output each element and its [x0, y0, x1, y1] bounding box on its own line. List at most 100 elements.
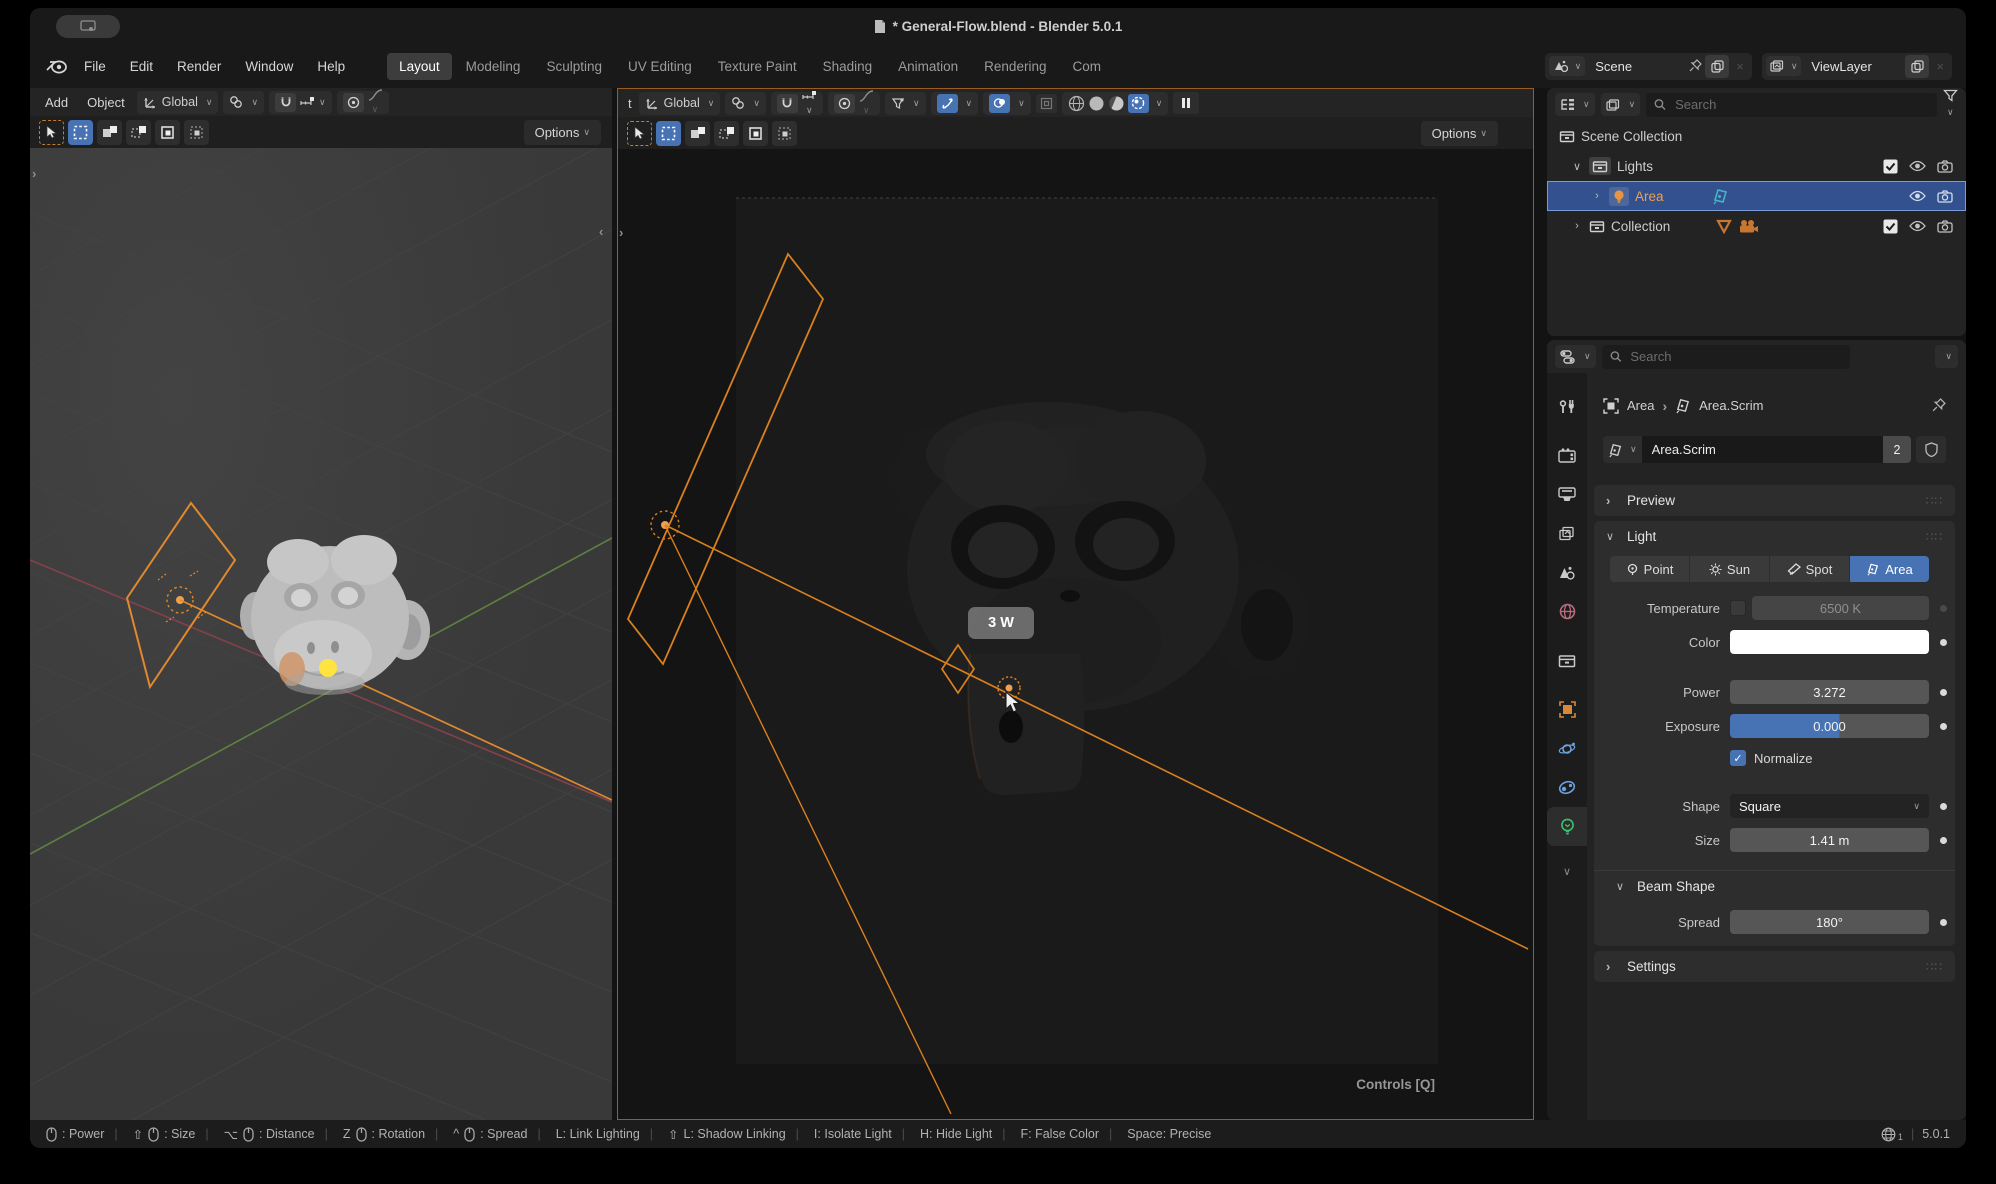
- properties-search[interactable]: [1602, 345, 1850, 369]
- properties-options-dropdown[interactable]: [1935, 345, 1958, 368]
- fake-user-button[interactable]: [1916, 436, 1946, 463]
- tab-animation[interactable]: Animation: [886, 53, 970, 80]
- outliner-row-area-light[interactable]: › Area: [1547, 181, 1966, 211]
- shading-solid-icon[interactable]: [1088, 95, 1105, 112]
- power-field[interactable]: 3.272: [1730, 680, 1929, 704]
- animate-dot[interactable]: [1940, 723, 1947, 730]
- viewport-left-options[interactable]: Options: [524, 120, 601, 145]
- select-invert-tool-button[interactable]: [743, 121, 768, 146]
- tab-render[interactable]: [1547, 436, 1587, 475]
- menu-render[interactable]: Render: [165, 53, 233, 80]
- proportional-edit-group[interactable]: [337, 91, 389, 114]
- snapping-pivot-dropdown[interactable]: [223, 91, 264, 114]
- light-panel[interactable]: Light Point: [1594, 521, 1955, 946]
- tweak-tool-button[interactable]: [39, 120, 64, 145]
- select-subtract-tool-button[interactable]: [126, 120, 151, 145]
- hide-eye-toggle[interactable]: [1904, 220, 1931, 232]
- render-visibility-toggle[interactable]: [1931, 190, 1958, 203]
- settings-panel[interactable]: Settings: [1594, 951, 1955, 982]
- area-split-chevron-right[interactable]: ›: [619, 225, 623, 240]
- animate-dot[interactable]: [1940, 689, 1947, 696]
- viewport-center-options[interactable]: Options: [1421, 121, 1498, 146]
- tab-collection[interactable]: [1547, 641, 1587, 680]
- panel-title[interactable]: Light: [1627, 529, 1656, 544]
- toolbar-expand-chevron[interactable]: ›: [32, 166, 36, 181]
- expand-chevron[interactable]: ∨: [1571, 160, 1583, 173]
- tab-sculpting[interactable]: Sculpting: [534, 53, 614, 80]
- snap-group[interactable]: [269, 91, 332, 114]
- shading-rendered-icon[interactable]: [1128, 94, 1149, 113]
- tab-constraints[interactable]: [1547, 768, 1587, 807]
- light-type-sun[interactable]: Sun: [1690, 556, 1769, 582]
- tab-compositing-truncated[interactable]: Com: [1060, 53, 1101, 80]
- tab-object-data-light[interactable]: [1547, 807, 1587, 846]
- falloff-dropdown[interactable]: [368, 89, 383, 115]
- snap-group[interactable]: [771, 92, 823, 115]
- expand-chevron[interactable]: ›: [1571, 220, 1583, 232]
- menu-help[interactable]: Help: [305, 53, 357, 80]
- outliner-search[interactable]: [1646, 93, 1937, 117]
- snap-target-dropdown[interactable]: [300, 93, 326, 112]
- panel-chevron[interactable]: [1606, 959, 1618, 974]
- outliner-row-scene-collection[interactable]: Scene Collection: [1547, 121, 1966, 151]
- area-split-chevron-left[interactable]: ‹: [599, 224, 603, 239]
- magnet-icon[interactable]: [275, 93, 296, 112]
- tab-rendering[interactable]: Rendering: [972, 53, 1058, 80]
- pin-icon[interactable]: [1689, 59, 1702, 73]
- browse-light-data-button[interactable]: [1603, 436, 1642, 463]
- snap-target-dropdown[interactable]: [802, 91, 817, 116]
- tab-physics[interactable]: [1547, 729, 1587, 768]
- proportional-edit-icon[interactable]: [834, 94, 855, 113]
- shading-wireframe-icon[interactable]: [1068, 95, 1085, 112]
- animate-dot[interactable]: [1940, 639, 1947, 646]
- scene-browse-button[interactable]: [1549, 56, 1586, 76]
- datablock-users-button[interactable]: 2: [1883, 436, 1911, 463]
- transform-orientation-dropdown[interactable]: Global: [639, 92, 721, 115]
- filter-dropdown[interactable]: [1943, 89, 1958, 120]
- blender-logo-icon[interactable]: [46, 57, 68, 75]
- viewlayer-browse-button[interactable]: [1766, 56, 1802, 76]
- tab-scene[interactable]: [1547, 553, 1587, 592]
- tabs-overflow-chevron[interactable]: ∨: [1547, 852, 1587, 891]
- outliner-search-input[interactable]: [1673, 96, 1929, 113]
- animate-dot[interactable]: [1940, 837, 1947, 844]
- tab-view-layer[interactable]: [1547, 514, 1587, 553]
- panel-title[interactable]: Settings: [1627, 959, 1676, 974]
- menu-window[interactable]: Window: [233, 53, 305, 80]
- tab-modeling[interactable]: Modeling: [454, 53, 533, 80]
- pin-id-icon[interactable]: [1932, 398, 1946, 413]
- snapping-pivot-dropdown[interactable]: [725, 92, 766, 115]
- visibility-dropdown[interactable]: [885, 92, 926, 115]
- editor-type-dropdown[interactable]: [1555, 93, 1595, 116]
- light-target-dot[interactable]: [319, 659, 337, 677]
- network-globe-icon[interactable]: [1881, 1127, 1896, 1142]
- viewport-3d-rendered[interactable]: t Global: [617, 88, 1534, 1120]
- render-visibility-toggle[interactable]: [1931, 160, 1958, 173]
- add-menu[interactable]: Add: [38, 95, 75, 110]
- display-mode-dropdown[interactable]: [1601, 93, 1641, 116]
- panel-chevron[interactable]: [1606, 493, 1618, 508]
- tweak-tool-button[interactable]: [627, 121, 652, 146]
- tab-shading[interactable]: Shading: [811, 53, 885, 80]
- beam-shape-subpanel[interactable]: Beam Shape Spread 180°: [1594, 870, 1955, 936]
- select-invert-tool-button[interactable]: [155, 120, 180, 145]
- mode-dropdown-truncated[interactable]: t: [626, 96, 634, 111]
- editor-type-dropdown[interactable]: [1555, 345, 1596, 368]
- exclude-checkbox[interactable]: [1877, 159, 1904, 174]
- solid-viewport-scene[interactable]: [30, 148, 612, 1120]
- hide-eye-toggle[interactable]: [1904, 190, 1931, 202]
- scene-name[interactable]: Scene: [1588, 59, 1686, 74]
- select-extend-tool-button[interactable]: [685, 121, 710, 146]
- color-swatch[interactable]: [1730, 630, 1929, 654]
- tab-world[interactable]: [1547, 592, 1587, 631]
- area-light-data-icon[interactable]: [1712, 187, 1729, 205]
- falloff-dropdown[interactable]: [859, 90, 874, 116]
- datablock-name-field[interactable]: Area.Scrim: [1642, 436, 1883, 463]
- breadcrumb-object[interactable]: Area: [1627, 398, 1654, 413]
- animate-dot[interactable]: [1940, 605, 1947, 612]
- temperature-field[interactable]: 6500 K: [1752, 596, 1929, 620]
- shape-dropdown[interactable]: Square: [1730, 794, 1929, 818]
- tab-output[interactable]: [1547, 475, 1587, 514]
- tab-object[interactable]: [1547, 690, 1587, 729]
- preview-panel[interactable]: Preview: [1594, 485, 1955, 516]
